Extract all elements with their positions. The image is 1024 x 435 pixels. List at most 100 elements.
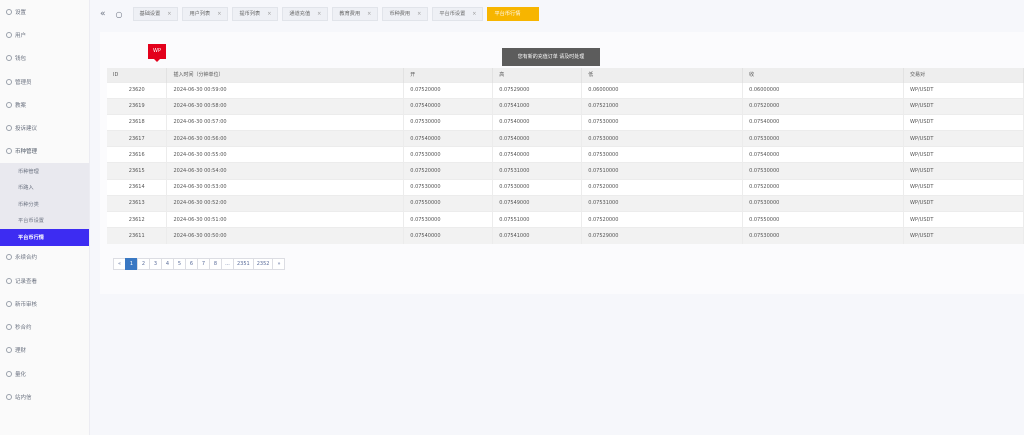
cell-close: 0.07520000 [742, 178, 905, 196]
sidebar-item-b6[interactable]: 币种管理 [0, 140, 89, 163]
cell-open: 0.07530000 [403, 146, 494, 163]
cell-pair: WP/USDT [903, 130, 1024, 147]
cell-pair: WP/USDT [903, 113, 1024, 131]
column-header: 插入时间（分钟单位） [166, 68, 405, 82]
table-row: 23619 2024-06-30 00:58:00 0.07540000 0.0754… [107, 97, 1024, 115]
cell-open: 0.07540000 [403, 97, 494, 115]
cell-pair: WP/USDT [903, 194, 1024, 212]
close-icon[interactable]: × [417, 8, 421, 20]
table-row: 23620 2024-06-30 00:59:00 0.07520000 0.0752… [107, 81, 1024, 99]
sidebar-item-label: 永续合约 [15, 255, 38, 262]
submenu-item[interactable]: 币种分类 [0, 196, 89, 213]
table-row: 23611 2024-06-30 00:50:00 0.07540000 0.0754… [107, 227, 1024, 244]
tab-1[interactable]: 用户列表 × [182, 7, 229, 21]
tab-4[interactable]: 教育费用 × [332, 7, 379, 21]
notification-toast[interactable]: 您有新的充值订单 请及时处理 [502, 48, 600, 66]
cell-close: 0.07530000 [742, 227, 905, 244]
close-icon[interactable]: × [472, 8, 476, 20]
submenu-item[interactable]: 币路入 [0, 180, 89, 197]
sidebar-item-a6[interactable]: 站内信 [0, 385, 89, 408]
sidebar-item-a4[interactable]: 理财 [0, 339, 89, 362]
sidebar-item-b2[interactable]: 钱包 [0, 47, 89, 70]
table-row: 23618 2024-06-30 00:57:00 0.07530000 0.0754… [107, 113, 1024, 131]
sidebar-item-a0[interactable]: 永续合约 [0, 246, 89, 269]
cell-open: 0.07530000 [403, 113, 494, 131]
cell-low: 0.07530000 [581, 146, 744, 163]
cell-low: 0.07521000 [581, 97, 744, 115]
cell-id: 23617 [107, 130, 168, 147]
cell-low: 0.07520000 [581, 210, 744, 228]
cell-pair: WP/USDT [903, 146, 1024, 163]
sidebar-item-b5[interactable]: 投诉建议 [0, 116, 89, 139]
tab-3[interactable]: 通道充值 × [282, 7, 329, 21]
sidebar-item-b3[interactable]: 管理员 [0, 70, 89, 93]
tab-5[interactable]: 币种费用 × [382, 7, 429, 21]
collapse-menu-icon[interactable]: « [100, 9, 106, 19]
chart-icon [6, 370, 12, 377]
cell-time: 2024-06-30 00:51:00 [166, 210, 405, 228]
cell-high: 0.07541000 [492, 227, 583, 244]
table-header-row: ID 插入时间（分钟单位）开高低收交易对 [107, 68, 1024, 82]
close-icon[interactable]: × [367, 8, 371, 20]
cell-open: 0.07540000 [403, 227, 494, 244]
cell-pair: WP/USDT [903, 227, 1024, 244]
cell-time: 2024-06-30 00:56:00 [166, 130, 405, 147]
sidebar-item-label: 钱包 [15, 56, 27, 63]
column-header: 交易对 [903, 68, 1024, 82]
sidebar-item-a1[interactable]: 记录查看 [0, 269, 89, 292]
sidebar-item-a3[interactable]: 秒合约 [0, 315, 89, 338]
column-header: ID [107, 68, 168, 82]
tab-2[interactable]: 提币列表 × [232, 7, 279, 21]
cell-pair: WP/USDT [903, 178, 1024, 196]
tab-0[interactable]: 基础设置 × [132, 7, 179, 21]
close-icon[interactable]: × [167, 8, 171, 20]
cell-id: 23619 [107, 97, 168, 115]
table-row: 23616 2024-06-30 00:55:00 0.07530000 0.0754… [107, 146, 1024, 163]
close-icon[interactable]: × [317, 8, 321, 20]
tab-label: 教育费用 [339, 11, 361, 17]
cell-open: 0.07520000 [403, 162, 494, 180]
cell-id: 23620 [107, 81, 168, 99]
cell-close: 0.07530000 [742, 194, 905, 212]
sidebar-item-b4[interactable]: 教案 [0, 93, 89, 116]
submenu-item[interactable]: 币种管理 [0, 163, 89, 180]
sidebar-item-a5[interactable]: 量化 [0, 362, 89, 385]
cell-high: 0.07540000 [492, 146, 583, 163]
next-page-button[interactable]: » [272, 258, 286, 270]
sidebar-item-label: 记录查看 [15, 278, 38, 285]
cell-time: 2024-06-30 00:50:00 [166, 227, 405, 244]
cell-open: 0.07540000 [403, 130, 494, 147]
page-button[interactable]: 2352 [252, 258, 274, 270]
close-icon[interactable]: × [217, 8, 221, 20]
column-header: 低 [581, 68, 744, 82]
cell-low: 0.07530000 [581, 113, 744, 131]
new-icon [6, 300, 12, 307]
submenu-item[interactable]: 平台币行情 [0, 229, 89, 246]
home-icon[interactable]: ○ [116, 10, 123, 19]
sidebar-item-label: 量化 [15, 371, 27, 378]
close-icon[interactable]: × [267, 8, 271, 20]
cell-open: 0.07530000 [403, 210, 494, 228]
sidebar-item-b1[interactable]: 用户 [0, 23, 89, 46]
submenu-item[interactable]: 平台币设置 [0, 213, 89, 230]
sidebar: 设置 用户 钱包 管理员 教案 投诉建议 币种管理 币种管理 币路入 币种分类 平台币设置 平台币行情… [0, 0, 90, 435]
finance-icon [6, 347, 12, 354]
table-row: 23617 2024-06-30 00:56:00 0.07540000 0.0754… [107, 130, 1024, 147]
tab-label: 通道充值 [289, 11, 311, 17]
cell-low: 0.07510000 [581, 162, 744, 180]
tab-label: 平台币设置 [439, 11, 466, 17]
submenu: 币种管理 币路入 币种分类 平台币设置 平台币行情 [0, 163, 89, 246]
sidebar-item-label: 站内信 [15, 395, 32, 401]
sidebar-item-b0[interactable]: 设置 [0, 0, 89, 23]
cell-high: 0.07540000 [492, 113, 583, 131]
tab-7[interactable]: 平台币行情 [487, 7, 540, 21]
sidebar-item-a2[interactable]: 新币审核 [0, 292, 89, 315]
cell-time: 2024-06-30 00:57:00 [166, 113, 405, 131]
cell-id: 23618 [107, 113, 168, 131]
tab-label: 用户列表 [189, 11, 211, 17]
sidebar-item-label: 教案 [15, 102, 27, 109]
tab-6[interactable]: 平台币设置 × [432, 7, 484, 21]
page-button[interactable]: 2351 [233, 258, 254, 270]
cell-pair: WP/USDT [903, 210, 1024, 228]
wp-logo: WP [148, 44, 166, 62]
